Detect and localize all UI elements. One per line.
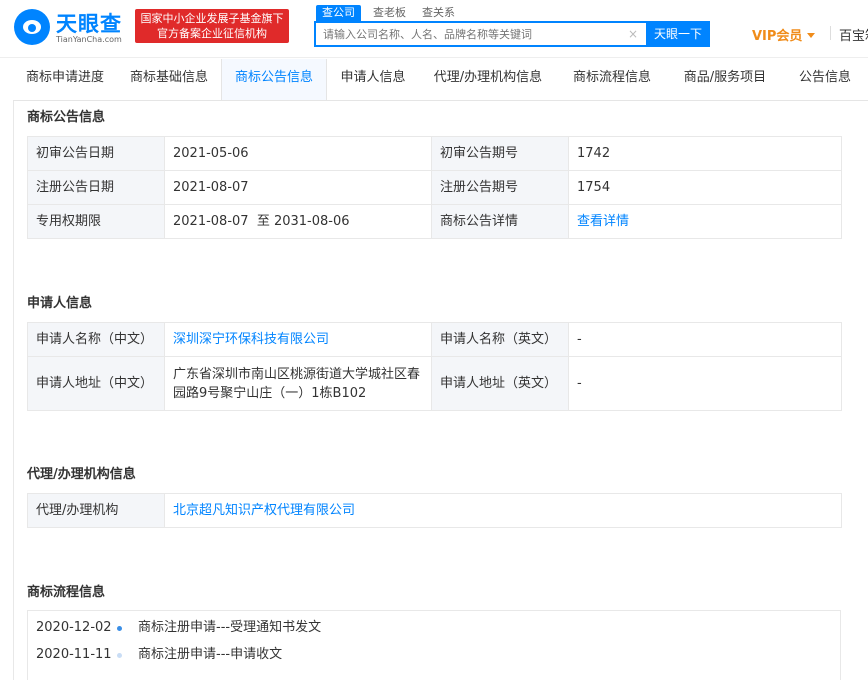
label-first-pub-date: 初审公告日期 <box>27 136 165 171</box>
eye-logo-icon <box>14 9 50 45</box>
value-reg-pub-date: 2021-08-07 <box>164 170 432 205</box>
section-title-agent: 代理/办理机构信息 <box>27 467 136 482</box>
applicant-name-link[interactable]: 深圳深宁环保科技有限公司 <box>173 332 329 347</box>
search-input[interactable] <box>316 23 616 45</box>
table-row: 申请人名称（中文） 深圳深宁环保科技有限公司 申请人名称（英文） - <box>27 322 842 357</box>
table-row: 代理/办理机构 北京超凡知识产权代理有限公司 <box>27 493 842 528</box>
tab-basic-info[interactable]: 商标基础信息 <box>117 59 221 100</box>
agent-table: 代理/办理机构 北京超凡知识产权代理有限公司 <box>27 493 842 528</box>
label-reg-pub-date: 注册公告日期 <box>27 170 165 205</box>
announcement-table: 初审公告日期 2021-05-06 初审公告期号 1742 注册公告日期 202… <box>27 136 842 239</box>
search-button[interactable]: 天眼一下 <box>646 21 710 47</box>
value-exclusive-term: 2021-08-07 至 2031-08-06 <box>164 204 432 239</box>
label-applicant-address-en: 申请人地址（英文） <box>431 356 569 411</box>
tab-notice-info[interactable]: 公告信息 <box>783 59 867 100</box>
logo[interactable]: 天眼查 TianYanCha.com <box>14 8 130 46</box>
tab-flow-info[interactable]: 商标流程信息 <box>557 59 667 100</box>
value-applicant-address-cn: 广东省深圳市南山区桃源街道大学城社区春园路9号聚宁山庄（一）1栋B102 <box>164 356 432 411</box>
left-border <box>13 59 14 680</box>
flow-text: 商标注册申请---申请收文 <box>138 647 283 662</box>
search-tab-boss[interactable]: 查老板 <box>373 5 406 21</box>
timeline-dot-icon <box>117 626 122 631</box>
tab-goods-services[interactable]: 商品/服务项目 <box>667 59 783 100</box>
header-divider <box>830 26 831 40</box>
label-applicant-name-cn: 申请人名称（中文） <box>27 322 165 357</box>
label-applicant-name-en: 申请人名称（英文） <box>431 322 569 357</box>
slogan-badge: 国家中小企业发展子基金旗下 官方备案企业征信机构 <box>135 9 289 43</box>
value-applicant-address-en: - <box>568 356 842 411</box>
label-agent: 代理/办理机构 <box>27 493 165 528</box>
flow-text: 商标注册申请---受理通知书发文 <box>138 620 322 635</box>
label-announcement-detail: 商标公告详情 <box>431 204 569 239</box>
toolbox-link[interactable]: 百宝箱 <box>839 25 868 44</box>
table-row: 申请人地址（中文） 广东省深圳市南山区桃源街道大学城社区春园路9号聚宁山庄（一）… <box>27 356 842 411</box>
detail-nav: 商标申请进度 商标基础信息 商标公告信息 申请人信息 代理/办理机构信息 商标流… <box>13 59 868 101</box>
timeline-dot-icon <box>117 653 122 658</box>
logo-text: 天眼查 <box>56 12 122 36</box>
section-title-announcement: 商标公告信息 <box>27 110 106 125</box>
view-detail-link[interactable]: 查看详情 <box>577 214 629 229</box>
vip-menu[interactable]: VIP会员 <box>752 25 816 44</box>
table-row: 注册公告日期 2021-08-07 注册公告期号 1754 <box>27 170 842 205</box>
label-first-pub-issue: 初审公告期号 <box>431 136 569 171</box>
value-first-pub-issue: 1742 <box>568 136 842 171</box>
tab-announcement-info[interactable]: 商标公告信息 <box>221 59 327 100</box>
agent-name-link[interactable]: 北京超凡知识产权代理有限公司 <box>173 503 355 518</box>
search-tab-relation[interactable]: 查关系 <box>422 5 455 21</box>
caret-down-icon <box>807 33 816 38</box>
logo-domain: TianYanCha.com <box>56 35 122 44</box>
applicant-table: 申请人名称（中文） 深圳深宁环保科技有限公司 申请人名称（英文） - 申请人地址… <box>27 322 842 411</box>
label-applicant-address-cn: 申请人地址（中文） <box>27 356 165 411</box>
tab-agent-info[interactable]: 代理/办理机构信息 <box>419 59 557 100</box>
search-box: × <box>314 21 646 47</box>
flow-date: 2020-11-11 <box>36 647 112 662</box>
label-exclusive-term: 专用权期限 <box>27 204 165 239</box>
tab-applicant-info[interactable]: 申请人信息 <box>327 59 419 100</box>
value-first-pub-date: 2021-05-06 <box>164 136 432 171</box>
flow-list: 2020-12-02 商标注册申请---受理通知书发文 2020-11-11 商… <box>27 610 841 680</box>
vip-label: VIP会员 <box>752 29 803 44</box>
slogan-line-2: 官方备案企业征信机构 <box>157 27 267 40</box>
flow-date: 2020-12-02 <box>36 620 112 635</box>
clear-icon[interactable]: × <box>626 27 640 41</box>
section-title-applicant: 申请人信息 <box>27 296 93 311</box>
slogan-line-1: 国家中小企业发展子基金旗下 <box>140 12 284 25</box>
table-row: 初审公告日期 2021-05-06 初审公告期号 1742 <box>27 136 842 171</box>
value-applicant-name-en: - <box>568 322 842 357</box>
top-header: 天眼查 TianYanCha.com 国家中小企业发展子基金旗下 官方备案企业征… <box>0 0 868 58</box>
label-reg-pub-issue: 注册公告期号 <box>431 170 569 205</box>
search-tab-company[interactable]: 查公司 <box>316 5 361 21</box>
section-title-flow: 商标流程信息 <box>27 585 106 600</box>
tab-application-progress[interactable]: 商标申请进度 <box>13 59 117 100</box>
value-reg-pub-issue: 1754 <box>568 170 842 205</box>
table-row: 专用权期限 2021-08-07 至 2031-08-06 商标公告详情 查看详… <box>27 204 842 239</box>
